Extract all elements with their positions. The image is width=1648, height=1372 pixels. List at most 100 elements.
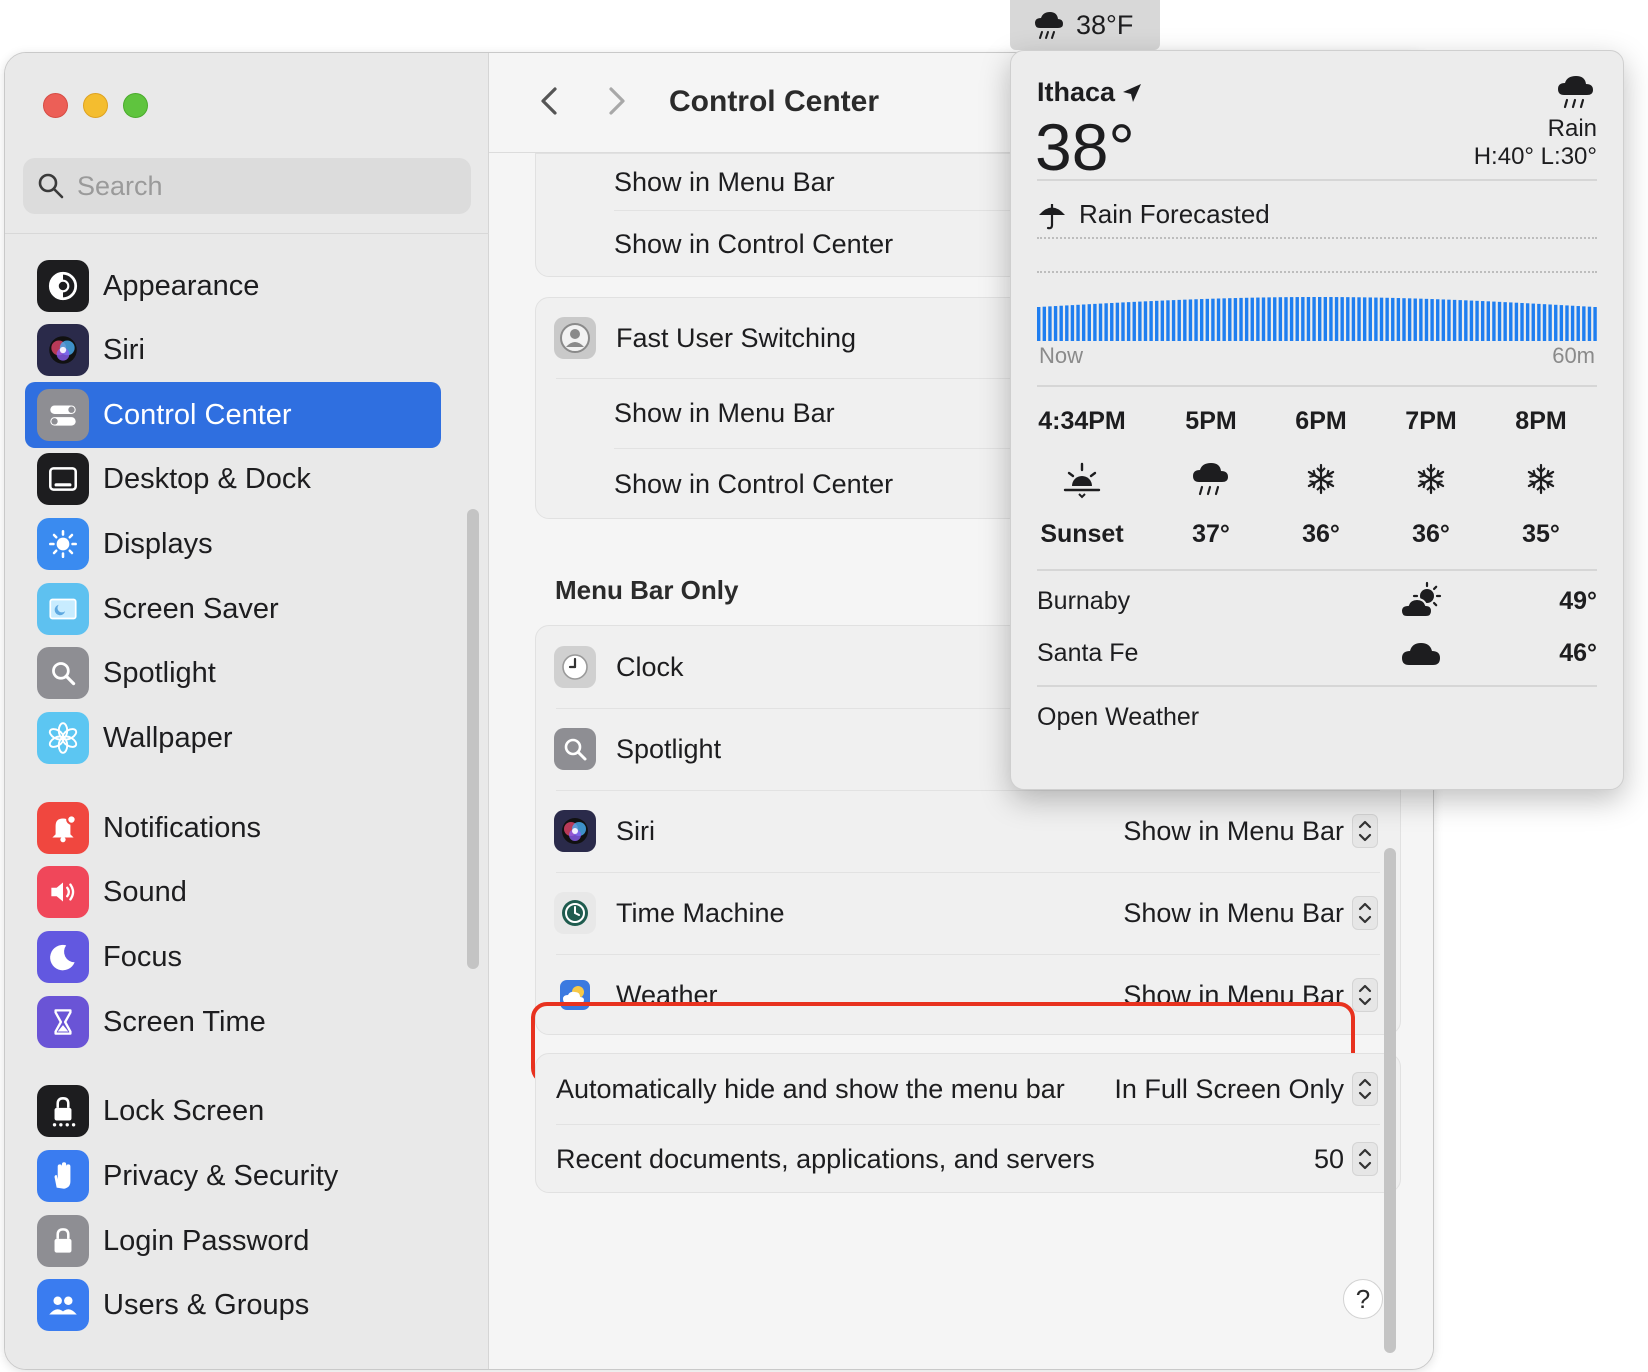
sidebar-item-login-password[interactable]: Login Password	[25, 1208, 441, 1274]
help-button[interactable]: ?	[1343, 1279, 1383, 1319]
sidebar-item-label: Notifications	[103, 811, 261, 844]
sidebar-item-label: Siri	[103, 333, 145, 366]
sidebar-item-focus[interactable]: Focus	[25, 924, 441, 990]
precip-bar	[1093, 303, 1097, 341]
sidebar-item-screen-saver[interactable]: Screen Saver	[25, 576, 441, 642]
precip-bar	[1284, 297, 1288, 341]
back-button[interactable]	[529, 81, 569, 121]
forward-button[interactable]	[597, 81, 637, 121]
precip-bar	[1407, 298, 1412, 341]
zoom-window-button[interactable]	[123, 93, 148, 118]
sidebar-item-notifications[interactable]: Notifications	[25, 795, 441, 861]
cloud-icon	[1399, 633, 1445, 673]
sidebar-divider	[5, 233, 489, 234]
sidebar-item-siri[interactable]: Siri	[25, 317, 441, 383]
location-title[interactable]: Ithaca	[1037, 77, 1143, 108]
sidebar-item-sound[interactable]: Sound	[25, 859, 441, 925]
precip-bar	[1053, 306, 1058, 341]
saved-location-row[interactable]: Burnaby 49°	[1037, 581, 1597, 621]
precip-bar	[1256, 297, 1260, 341]
precip-bar	[1447, 299, 1451, 341]
hour-temperature: 36°	[1412, 520, 1450, 548]
precip-bar	[1233, 298, 1238, 341]
option-label: Show in Control Center	[614, 228, 894, 259]
divider	[1037, 685, 1597, 687]
sidebar-item-control-center[interactable]: Control Center	[25, 382, 441, 448]
sidebar-item-label: Spotlight	[103, 656, 216, 689]
saved-location-row[interactable]: Santa Fe 46°	[1037, 633, 1597, 673]
chevron-left-icon	[541, 87, 557, 115]
precip-bar	[1464, 300, 1468, 341]
precip-bar	[1413, 298, 1417, 341]
open-weather-button[interactable]: Open Weather	[1037, 703, 1199, 732]
precip-bar	[1199, 299, 1204, 341]
precip-bar	[1559, 305, 1564, 341]
lock-screen-icon	[37, 1085, 89, 1137]
precip-bar	[1273, 297, 1277, 341]
sidebar-item-label: Wallpaper	[103, 721, 233, 754]
precip-bar	[1458, 300, 1462, 341]
visibility-popup[interactable]: Show in Menu Bar	[1123, 896, 1378, 930]
precip-bar	[1278, 297, 1283, 341]
precip-bar	[1520, 302, 1524, 341]
sidebar-item-displays[interactable]: Displays	[25, 511, 441, 577]
umbrella-icon	[1039, 203, 1065, 229]
sidebar-item-label: Screen Saver	[103, 592, 279, 625]
search-icon	[38, 173, 64, 199]
precip-bar	[1037, 307, 1041, 341]
login-password-icon	[37, 1215, 89, 1267]
precip-bar	[1531, 303, 1535, 341]
option-label: Show in Control Center	[614, 468, 894, 499]
sidebar: Appearance Siri Control Center Desktop & Do…	[5, 53, 489, 1369]
up-down-chevron-icon	[1352, 1072, 1378, 1106]
sidebar-item-appearance[interactable]: Appearance	[25, 253, 441, 319]
close-window-button[interactable]	[43, 93, 68, 118]
sidebar-scrollbar[interactable]	[467, 509, 479, 969]
recent-items-label: Recent documents, applications, and serv…	[556, 1143, 1095, 1174]
minimize-window-button[interactable]	[83, 93, 108, 118]
precip-bar	[1098, 303, 1103, 341]
sidebar-item-privacy-security[interactable]: Privacy & Security	[25, 1143, 441, 1209]
content-scrollbar[interactable]	[1384, 848, 1396, 1353]
sidebar-item-desktop-dock[interactable]: Desktop & Dock	[25, 446, 441, 512]
rain-cloud-icon	[1035, 12, 1063, 39]
auto-hide-menu-bar-row: Automatically hide and show the menu bar…	[536, 1054, 1400, 1124]
precip-bar	[1486, 301, 1490, 341]
option-label: Show in Menu Bar	[614, 397, 835, 428]
precip-bar	[1525, 303, 1530, 341]
sidebar-item-users-groups[interactable]: Users & Groups	[25, 1272, 441, 1338]
search-input[interactable]	[77, 170, 437, 202]
precip-bar	[1059, 305, 1063, 341]
precip-bar	[1329, 297, 1333, 341]
row-label: Clock	[616, 651, 684, 682]
visibility-value: Show in Menu Bar	[1123, 979, 1344, 1010]
search-field[interactable]	[23, 158, 471, 214]
precip-bar	[1065, 305, 1069, 341]
precip-bar	[1228, 298, 1232, 341]
sidebar-item-spotlight[interactable]: Spotlight	[25, 640, 441, 706]
sidebar-item-wallpaper[interactable]: Wallpaper	[25, 705, 441, 771]
location-temperature: 49°	[1559, 586, 1597, 615]
auto-hide-popup[interactable]: In Full Screen Only	[1114, 1072, 1378, 1106]
precip-bar	[1587, 306, 1592, 341]
row-label: Siri	[616, 815, 655, 846]
precip-bar	[1379, 297, 1384, 341]
sidebar-item-lock-screen[interactable]: Lock Screen	[25, 1078, 441, 1144]
precip-bar	[1183, 299, 1187, 341]
precip-bar	[1143, 301, 1148, 341]
clock-icon	[554, 646, 596, 688]
dotted-divider	[1037, 237, 1597, 239]
hour-temperature: 37°	[1192, 520, 1230, 548]
fast-user-switching-label: Fast User Switching	[616, 322, 857, 353]
sidebar-item-screen-time[interactable]: Screen Time	[25, 989, 441, 1055]
precip-bar	[1570, 305, 1575, 341]
precip-bar	[1334, 297, 1339, 341]
recent-items-popup[interactable]: 50	[1314, 1142, 1378, 1176]
menubar-weather-item[interactable]: 38°F	[1010, 0, 1160, 50]
weather-popover: Ithaca 38° Rain H:40° L:30° Rain Forecas…	[1010, 50, 1624, 790]
hour-temperature: Sunset	[1040, 520, 1124, 548]
visibility-popup[interactable]: Show in Menu Bar	[1123, 814, 1378, 848]
visibility-popup[interactable]: Show in Menu Bar	[1123, 978, 1378, 1012]
page-title: Control Center	[669, 85, 879, 118]
condition-label: Rain	[1547, 115, 1597, 142]
